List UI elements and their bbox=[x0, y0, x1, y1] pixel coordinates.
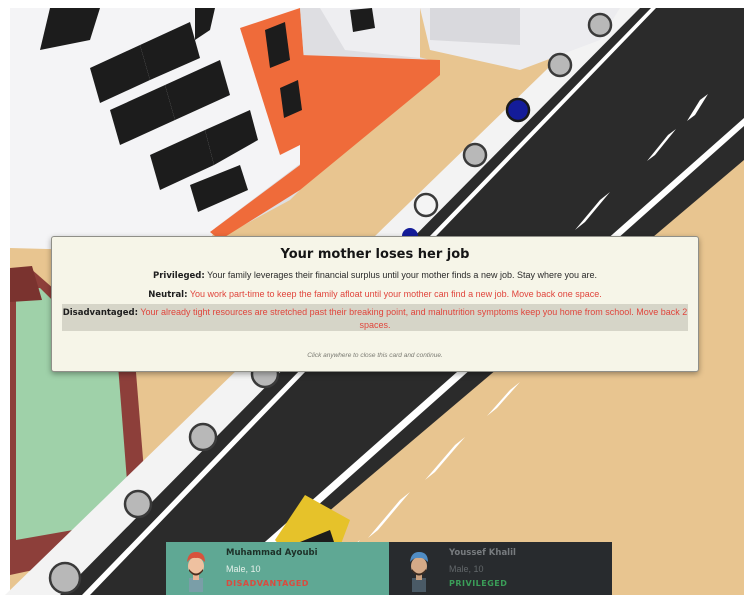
privileged-text: Your family leverages their financial su… bbox=[207, 270, 598, 280]
player-info: Male, 10 bbox=[449, 564, 484, 574]
close-card-hint: Click anywhere to close this card and co… bbox=[307, 352, 443, 359]
player-status: DISADVANTAGED bbox=[226, 579, 309, 588]
player-bar: Muhammad Ayoubi Male, 10 DISADVANTAGED Y… bbox=[166, 542, 612, 595]
privileged-outcome: Privileged: Your family leverages their … bbox=[60, 269, 690, 282]
player-card-1[interactable]: Muhammad Ayoubi Male, 10 DISADVANTAGED bbox=[166, 542, 389, 595]
current-space-marker bbox=[505, 97, 531, 123]
player-name: Muhammad Ayoubi bbox=[226, 548, 318, 558]
neutral-text: You work part-time to keep the family af… bbox=[189, 289, 602, 299]
player-info: Male, 10 bbox=[226, 564, 261, 574]
disadvantaged-label: Disadvantaged: bbox=[62, 308, 138, 318]
event-card[interactable]: Your mother loses her job Privileged: Yo… bbox=[51, 236, 699, 372]
privileged-label: Privileged: bbox=[152, 271, 205, 281]
event-card-title: Your mother loses her job bbox=[280, 247, 470, 262]
player-status: PRIVILEGED bbox=[449, 579, 508, 588]
disadvantaged-text: Your already tight resources are stretch… bbox=[140, 307, 688, 330]
neutral-outcome: Neutral: You work part-time to keep the … bbox=[60, 288, 690, 301]
player-name: Youssef Khalil bbox=[449, 548, 516, 558]
neutral-label: Neutral: bbox=[148, 290, 188, 300]
avatar-icon bbox=[410, 552, 428, 592]
avatar-icon bbox=[187, 552, 205, 592]
player-card-2[interactable]: Youssef Khalil Male, 10 PRIVILEGED bbox=[389, 542, 612, 595]
disadvantaged-outcome: Disadvantaged: Your already tight resour… bbox=[62, 304, 688, 331]
